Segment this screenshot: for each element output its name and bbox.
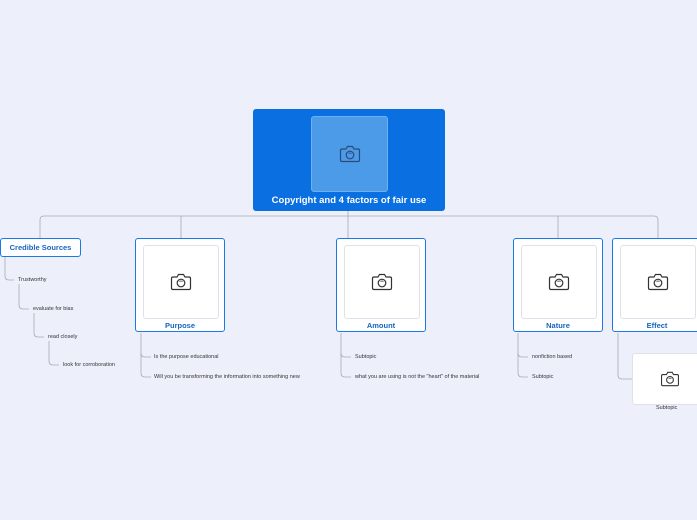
topic-credible-sources[interactable]: Credible Sources bbox=[0, 238, 81, 257]
nature-item[interactable]: Subtopic bbox=[532, 374, 553, 380]
root-title: Copyright and 4 factors of fair use bbox=[271, 195, 427, 206]
purpose-item[interactable]: Will you be transforming the information… bbox=[154, 374, 300, 380]
nature-item[interactable]: nonfiction based bbox=[532, 354, 572, 360]
nature-label: Nature bbox=[546, 321, 570, 330]
amount-item[interactable]: what you are using is not the "heart" of… bbox=[355, 374, 479, 380]
topic-amount[interactable]: Amount bbox=[336, 238, 426, 332]
purpose-image-placeholder[interactable] bbox=[143, 245, 219, 319]
effect-subtopic-image[interactable] bbox=[632, 353, 697, 405]
topic-purpose[interactable]: Purpose bbox=[135, 238, 225, 332]
amount-image-placeholder[interactable] bbox=[344, 245, 420, 319]
root-image-placeholder[interactable] bbox=[311, 116, 388, 192]
camera-icon bbox=[371, 273, 393, 291]
topic-nature[interactable]: Nature bbox=[513, 238, 603, 332]
root-topic[interactable]: Copyright and 4 factors of fair use bbox=[253, 109, 445, 211]
nature-image-placeholder[interactable] bbox=[521, 245, 597, 319]
chain-item-read-closely[interactable]: read closely bbox=[48, 334, 77, 340]
camera-icon bbox=[170, 273, 192, 291]
effect-subtopic-label[interactable]: Subtopic bbox=[656, 405, 677, 411]
purpose-item[interactable]: Is the purpose educational bbox=[154, 354, 219, 360]
camera-icon bbox=[647, 273, 669, 291]
chain-item-evaluate-for-bias[interactable]: evaluate for bias bbox=[33, 306, 73, 312]
topic-effect[interactable]: Effect bbox=[612, 238, 697, 332]
credible-sources-label: Credible Sources bbox=[9, 243, 72, 252]
chain-item-trustworthy[interactable]: Trustworthy bbox=[18, 277, 47, 283]
amount-item[interactable]: Subtopic bbox=[355, 354, 376, 360]
camera-icon bbox=[339, 145, 360, 163]
camera-icon bbox=[548, 273, 570, 291]
chain-item-look-for-corroboration[interactable]: look for corroboration bbox=[63, 362, 115, 368]
camera-icon bbox=[661, 371, 679, 387]
purpose-label: Purpose bbox=[164, 321, 195, 330]
effect-image-placeholder[interactable] bbox=[620, 245, 696, 319]
amount-label: Amount bbox=[366, 321, 396, 330]
effect-label: Effect bbox=[646, 321, 668, 330]
